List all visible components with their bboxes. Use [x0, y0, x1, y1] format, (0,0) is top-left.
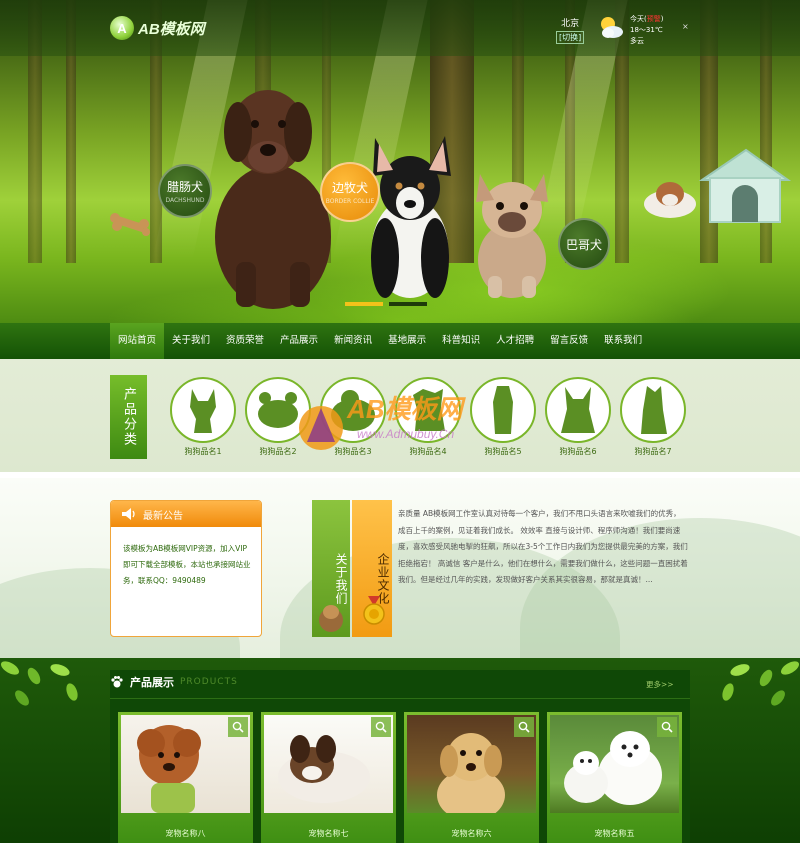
- nav-item-about[interactable]: 关于我们: [164, 323, 218, 359]
- category-item[interactable]: 狗狗品名1: [170, 377, 236, 457]
- weather-temp: 18～31℃: [630, 26, 663, 34]
- main-nav: 网站首页 关于我们 资质荣誉 产品展示 新闻资讯 基地展示 科普知识 人才招聘 …: [0, 323, 800, 359]
- dog-silhouette-icon: [320, 377, 386, 443]
- products-section: 产品展示 PRODUCTS 更多>> 宠物名称八 宠物名称七 宠物名称六 宠物名…: [0, 658, 800, 843]
- products-header: 产品展示 PRODUCTS: [110, 674, 238, 690]
- notice-header: 最新公告: [111, 501, 261, 527]
- zoom-icon[interactable]: [514, 717, 534, 737]
- dog-silhouette-icon: [470, 377, 536, 443]
- nav-item-contact[interactable]: 联系我们: [596, 323, 650, 359]
- product-image-poodle: [121, 715, 250, 813]
- logo-text: AB模板网: [138, 20, 205, 38]
- category-item[interactable]: 狗狗品名5: [470, 377, 536, 457]
- product-image-samoyed: [550, 715, 679, 813]
- nav-item-honors[interactable]: 资质荣誉: [218, 323, 272, 359]
- product-card[interactable]: 宠物名称五: [547, 712, 682, 843]
- breed-badge-dachshund[interactable]: 腊肠犬 DACHSHUND: [158, 164, 212, 218]
- category-item[interactable]: 狗狗品名7: [620, 377, 686, 457]
- slider-pagination: [345, 302, 427, 306]
- weather-info: 今天(预警) 18～31℃ 多云: [630, 15, 664, 45]
- leaves-decoration: [722, 661, 800, 706]
- product-card[interactable]: 宠物名称六: [404, 712, 539, 843]
- weather-desc: 多云: [630, 37, 644, 45]
- site-logo[interactable]: A AB模板网: [110, 16, 205, 40]
- product-image-puppy: [264, 715, 393, 813]
- nav-item-home[interactable]: 网站首页: [110, 323, 165, 359]
- puppy-image: [644, 182, 696, 218]
- about-text: 亲质量 AB模板网工作室认真对待每一个客户，我们不甩口头语言来吹嘘我们的优秀，成…: [398, 509, 688, 584]
- speaker-icon: [122, 508, 135, 520]
- category-item[interactable]: 狗狗品名6: [545, 377, 611, 457]
- product-image-golden-retriever: [407, 715, 536, 813]
- notice-title: 最新公告: [143, 510, 183, 522]
- category-item[interactable]: 狗狗品名2: [245, 377, 311, 457]
- dog-silhouette-icon: [170, 377, 236, 443]
- nav-item-news[interactable]: 新闻资讯: [326, 323, 380, 359]
- nav-item-base[interactable]: 基地展示: [380, 323, 434, 359]
- dog-silhouette-icon: [545, 377, 611, 443]
- zoom-icon[interactable]: [657, 717, 677, 737]
- breed-badge-border-collie[interactable]: 边牧犬 BORDER COLLIE: [320, 162, 380, 222]
- leaves-decoration: [0, 661, 78, 706]
- products-subtitle: PRODUCTS: [180, 677, 238, 687]
- notice-box: 最新公告 该模板为AB模板网VIP资源，加入VIP即可下载全部模板，本站也承接网…: [110, 500, 262, 637]
- product-card[interactable]: 宠物名称七: [261, 712, 396, 843]
- product-name[interactable]: 宠物名称六: [407, 828, 536, 839]
- kennel-image: [698, 148, 792, 223]
- product-name[interactable]: 宠物名称八: [121, 828, 250, 839]
- category-title: 产品分类: [110, 375, 147, 459]
- french-bulldog-dog-image: [476, 174, 548, 298]
- products-title: 产品展示: [130, 676, 174, 689]
- notice-text[interactable]: 该模板为AB模板网VIP资源，加入VIP即可下载全部模板，本站也承接网站业务，联…: [111, 527, 261, 589]
- zoom-icon[interactable]: [371, 717, 391, 737]
- weather-close-icon[interactable]: ×: [682, 22, 689, 31]
- nav-item-products[interactable]: 产品展示: [272, 323, 326, 359]
- zoom-icon[interactable]: [228, 717, 248, 737]
- divider: [110, 698, 690, 699]
- product-name[interactable]: 宠物名称五: [550, 828, 679, 839]
- partly-cloudy-icon: [601, 17, 623, 38]
- product-card[interactable]: 宠物名称八: [118, 712, 253, 843]
- weather-alert[interactable]: 预警: [647, 15, 661, 23]
- dog-silhouette-icon: [395, 377, 461, 443]
- bone-toy-image: [110, 213, 150, 236]
- top-bar: A AB模板网 北京 [切换] 今天(预警) 18～31℃ 多云 ×: [0, 0, 800, 56]
- city-name: 北京: [561, 19, 580, 29]
- nav-item-jobs[interactable]: 人才招聘: [488, 323, 542, 359]
- puppy-thumbnail-image: [319, 605, 343, 632]
- breed-badge-pug[interactable]: 巴哥犬: [558, 218, 610, 270]
- nav-item-feedback[interactable]: 留言反馈: [542, 323, 596, 359]
- about-tabs: 关于我们 企业文化: [312, 500, 392, 637]
- dog-silhouette-icon: [245, 377, 311, 443]
- paw-icon: [111, 676, 123, 688]
- product-list: 宠物名称八 宠物名称七 宠物名称六 宠物名称五: [118, 712, 682, 843]
- medal-icon: [363, 596, 385, 625]
- city-widget: 北京 [切换]: [556, 16, 585, 44]
- city-switch-link[interactable]: [切换]: [556, 31, 585, 44]
- more-link[interactable]: 更多>>: [646, 679, 674, 690]
- nav-item-knowledge[interactable]: 科普知识: [434, 323, 488, 359]
- info-section: 最新公告 该模板为AB模板网VIP资源，加入VIP即可下载全部模板，本站也承接网…: [0, 478, 800, 658]
- slider-dot-1[interactable]: [345, 302, 383, 306]
- category-item[interactable]: 狗狗品名4: [395, 377, 461, 457]
- logo-mark-icon: A: [110, 16, 134, 40]
- category-item[interactable]: 狗狗品名3: [320, 377, 386, 457]
- product-name[interactable]: 宠物名称七: [264, 828, 393, 839]
- category-strip: 产品分类 狗狗品名1 狗狗品名2 狗狗品名3 狗狗品名4 狗狗品名5 狗狗品名6…: [0, 359, 800, 478]
- dog-silhouette-icon: [620, 377, 686, 443]
- slider-dot-2[interactable]: [389, 302, 427, 306]
- category-list: 狗狗品名1 狗狗品名2 狗狗品名3 狗狗品名4 狗狗品名5 狗狗品名6 狗狗品名…: [170, 377, 686, 457]
